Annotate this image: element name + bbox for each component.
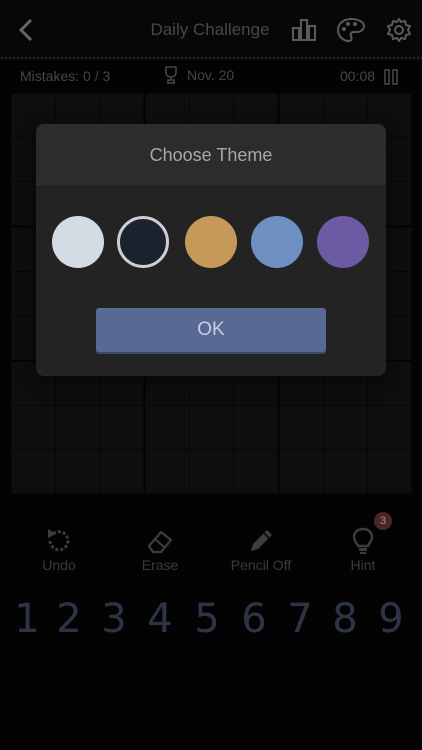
dialog-header: Choose Theme bbox=[36, 124, 386, 187]
theme-swatch-purple[interactable] bbox=[317, 216, 369, 268]
theme-swatch-gold[interactable] bbox=[185, 216, 237, 268]
theme-swatch-blue[interactable] bbox=[251, 216, 303, 268]
theme-dialog: Choose Theme OK bbox=[36, 124, 386, 376]
theme-swatches bbox=[36, 216, 386, 270]
dialog-title: Choose Theme bbox=[149, 145, 273, 165]
theme-swatch-light[interactable] bbox=[52, 216, 104, 268]
theme-swatch-dark[interactable] bbox=[117, 216, 169, 268]
ok-button[interactable]: OK bbox=[96, 308, 326, 352]
